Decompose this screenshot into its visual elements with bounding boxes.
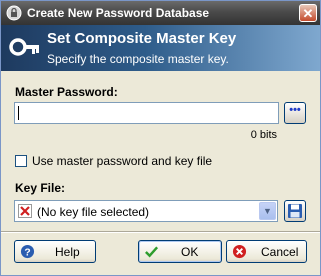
chevron-down-icon[interactable]: ▼ xyxy=(259,202,276,220)
use-key-file-checkbox[interactable] xyxy=(15,155,27,167)
master-password-label: Master Password: xyxy=(15,85,118,99)
header-banner: Set Composite Master Key Specify the com… xyxy=(1,25,320,71)
key-file-selected-value: (No key file selected) xyxy=(37,205,150,219)
cancel-button-label: Cancel xyxy=(261,245,299,259)
save-icon xyxy=(288,204,302,218)
banner-title: Set Composite Master Key xyxy=(47,30,237,47)
cancel-icon xyxy=(232,244,247,259)
divider xyxy=(1,231,320,233)
use-key-file-label[interactable]: Use master password and key file xyxy=(32,154,212,168)
master-password-input[interactable] xyxy=(14,102,279,124)
dialog-window: Create New Password Database ✕ Set Compo… xyxy=(0,0,321,276)
password-quality-bits: 0 bits xyxy=(250,129,277,141)
help-button[interactable]: ? Help xyxy=(14,240,96,263)
lock-icon xyxy=(6,5,22,21)
key-file-select[interactable]: (No key file selected) ▼ xyxy=(14,200,278,222)
checkmark-icon xyxy=(145,246,159,258)
title-bar[interactable]: Create New Password Database ✕ xyxy=(1,1,320,25)
key-icon xyxy=(9,38,39,56)
window-title: Create New Password Database xyxy=(27,6,210,20)
help-button-label: Help xyxy=(55,245,80,259)
dots-icon: ••• xyxy=(289,104,301,116)
cancel-button[interactable]: Cancel xyxy=(226,240,307,263)
help-icon: ? xyxy=(20,244,35,258)
close-button[interactable]: ✕ xyxy=(299,4,317,22)
close-icon: ✕ xyxy=(302,6,314,21)
ok-button-label: OK xyxy=(181,245,199,259)
ok-button[interactable]: OK xyxy=(138,240,222,263)
create-key-file-button[interactable] xyxy=(284,200,306,222)
no-file-icon xyxy=(18,204,32,218)
show-password-toggle-button[interactable]: ••• xyxy=(284,102,306,124)
text-caret xyxy=(18,106,19,120)
key-file-label: Key File: xyxy=(15,181,66,195)
banner-subtitle: Specify the composite master key. xyxy=(47,52,229,66)
svg-text:?: ? xyxy=(24,247,30,258)
